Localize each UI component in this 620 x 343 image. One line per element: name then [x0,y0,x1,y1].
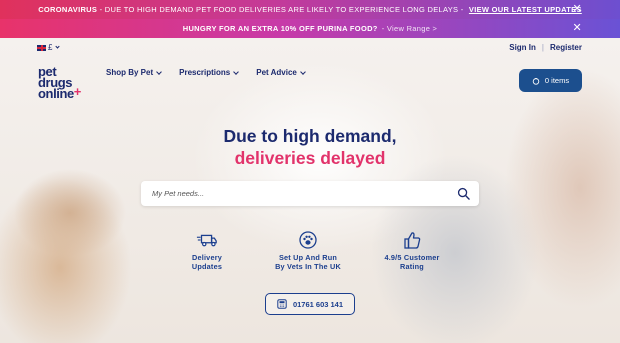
coronavirus-banner: CORONAVIRUS - DUE TO HIGH DEMAND PET FOO… [0,0,620,19]
view-range-link[interactable]: - View Range > [382,24,438,33]
basket-count: 0 items [544,76,570,85]
feature-label: Updates [191,262,223,271]
latest-updates-link[interactable]: VIEW OUR LATEST UPDATES [469,5,582,14]
currency-label: £ [48,43,53,52]
thumbs-up-icon [404,232,421,249]
nav-label: Pet Advice [256,68,297,77]
banner-highlight: CORONAVIRUS [38,5,98,14]
close-icon[interactable]: ✕ [572,3,582,15]
chevron-down-icon [233,68,240,75]
logo-line: online [38,86,74,101]
account-links: Sign In | Register [509,43,582,52]
feature-customer-rating[interactable]: 4.9/5 Customer Rating [367,231,457,271]
hero-subheadline: deliveries delayed [234,148,386,168]
nav-label: Prescriptions [179,68,231,77]
promo-banner: HUNGRY FOR AN EXTRA 10% OFF PURINA FOOD?… [0,19,620,38]
nav-label: Shop By Pet [106,68,154,77]
uk-flag-icon [37,44,46,51]
chevron-down-icon [55,44,61,49]
nav-pet-advice[interactable]: Pet Advice [256,68,306,77]
register-link[interactable]: Register [550,43,582,52]
paw-icon [299,231,317,249]
close-icon[interactable]: ✕ [572,22,582,34]
chevron-down-icon [156,68,162,75]
promo-highlight[interactable]: HUNGRY FOR AN EXTRA 10% OFF PURINA FOOD? [183,24,378,33]
delivery-truck-icon [196,234,217,247]
feature-label: By Vets In The UK [275,262,341,271]
phone-icon [277,299,287,309]
search-bar [141,181,479,206]
locale-selector[interactable]: £ [37,43,61,52]
main-nav: Shop By Pet Prescriptions Pet Advice [106,68,306,77]
hero-headline: Due to high demand, [223,126,397,146]
nav-prescriptions[interactable]: Prescriptions [179,68,240,77]
sign-in-link[interactable]: Sign In [509,43,536,52]
feature-label: Delivery [192,253,222,262]
phone-button[interactable]: 01761 603 141 [265,293,355,315]
feature-label: Rating [400,262,424,271]
basket-icon [532,77,540,85]
feature-label: 4.9/5 Customer [384,253,440,262]
phone-number: 01761 603 141 [292,299,344,309]
search-input[interactable] [141,181,441,206]
nav-shop-by-pet[interactable]: Shop By Pet [106,68,162,77]
feature-label: Set Up And Run [278,253,338,262]
top-utility-bar: £ Sign In | Register [0,43,620,55]
feature-vets-uk[interactable]: Set Up And Run By Vets In The UK [263,231,353,271]
banner-text: - DUE TO HIGH DEMAND PET FOOD DELIVERIES… [97,5,466,14]
feature-delivery-updates[interactable]: Delivery Updates [162,231,252,271]
search-icon[interactable] [457,187,470,200]
logo-plus-icon: + [73,84,82,99]
basket-button[interactable]: 0 items [519,69,582,92]
divider: | [541,43,544,52]
chevron-down-icon [300,68,306,75]
site-logo[interactable]: pet drugs online + [38,65,81,101]
